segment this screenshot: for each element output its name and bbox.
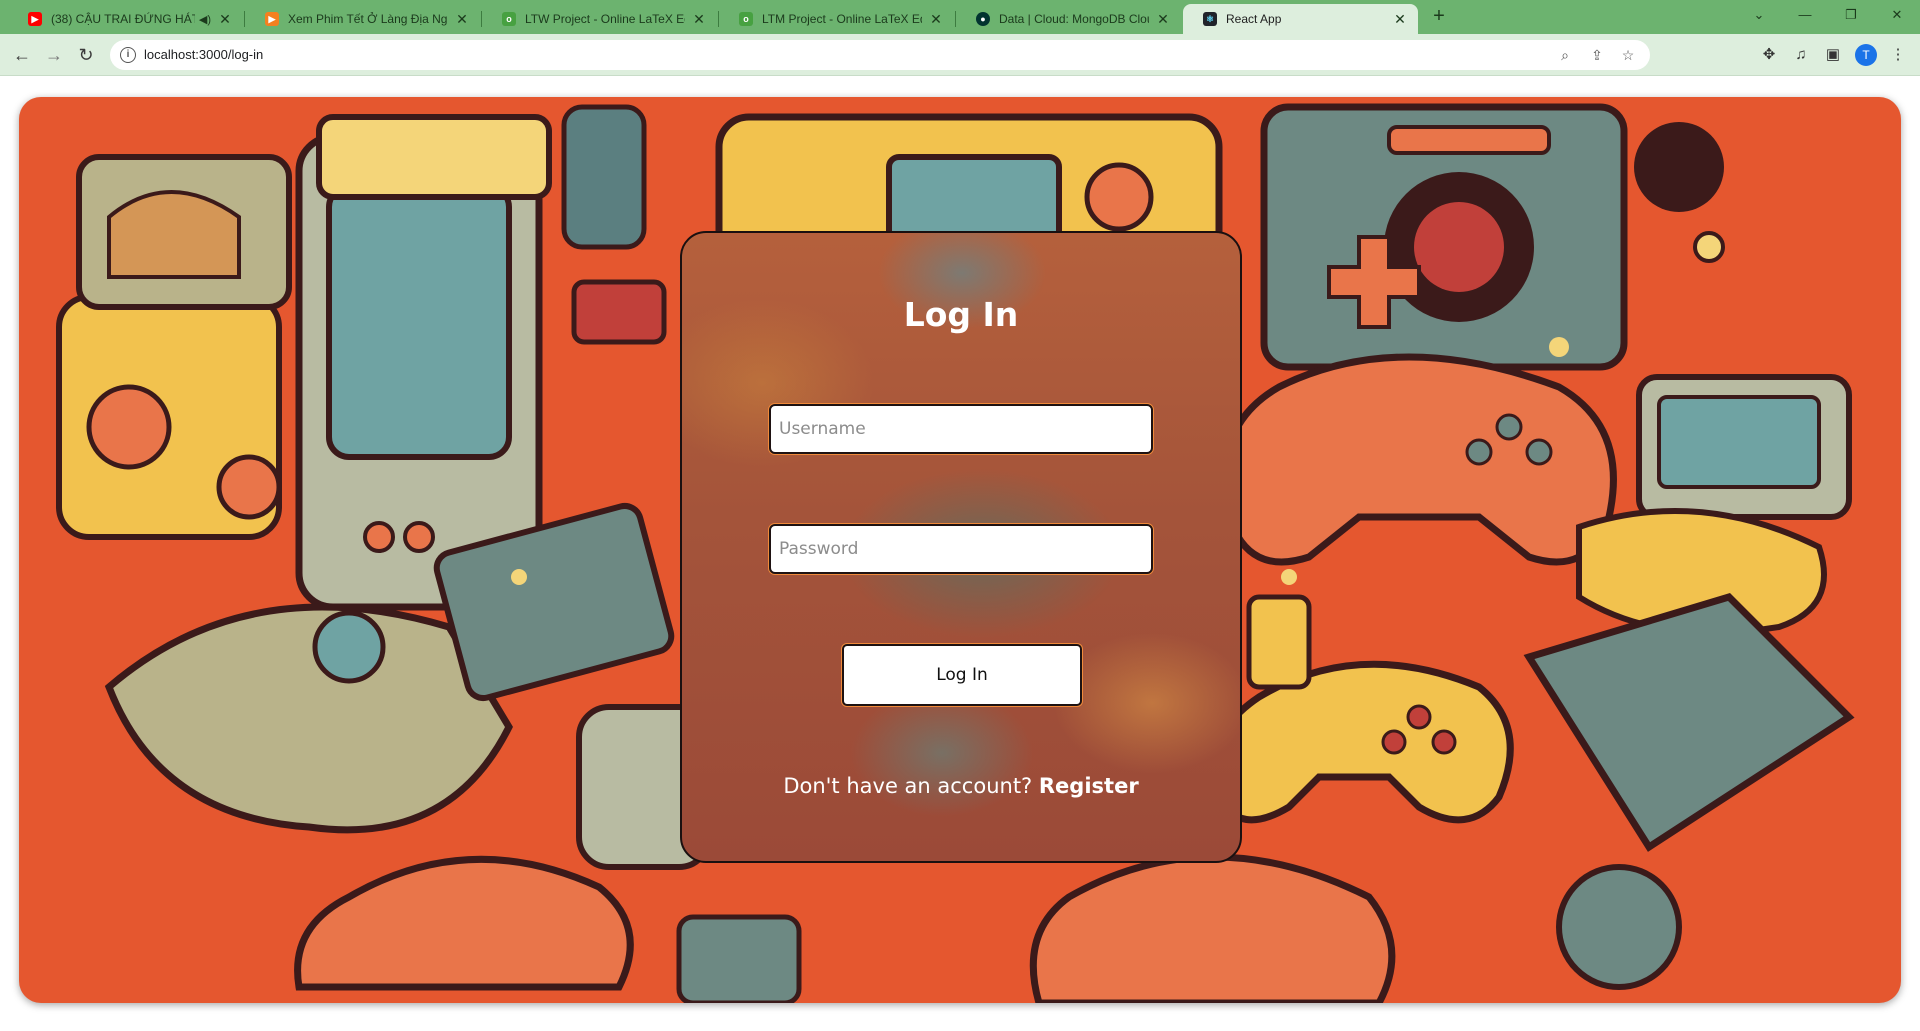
reload-button[interactable]: ↻: [72, 41, 100, 69]
register-prompt: Don't have an account?: [783, 774, 1033, 798]
register-link[interactable]: Register: [1039, 774, 1139, 798]
restore-button[interactable]: ❐: [1828, 0, 1874, 30]
browser-tab-active[interactable]: ⚛ React App ✕: [1183, 4, 1418, 34]
browser-tab[interactable]: ● Data | Cloud: MongoDB Cloud ✕: [956, 4, 1181, 34]
minimize-button[interactable]: —: [1782, 0, 1828, 30]
address-url[interactable]: localhost:3000/log-in: [144, 47, 263, 62]
login-card: Log In Log In Don't have an account? Reg…: [680, 231, 1242, 863]
overleaf-icon: o: [739, 12, 753, 26]
tab-title: LTM Project - Online LaTeX Edit: [762, 12, 922, 26]
new-tab-button[interactable]: +: [1428, 5, 1450, 27]
tab-search-icon[interactable]: ⌄: [1736, 0, 1782, 30]
browser-tab[interactable]: o LTM Project - Online LaTeX Edit ✕: [719, 4, 954, 34]
side-panel-icon[interactable]: ▣: [1823, 45, 1843, 65]
mongodb-icon: ●: [976, 12, 990, 26]
close-window-button[interactable]: ✕: [1874, 0, 1920, 30]
login-title: Log In: [903, 295, 1019, 334]
extensions-icon[interactable]: ✥: [1759, 45, 1779, 65]
close-tab-icon[interactable]: ✕: [928, 11, 944, 28]
tab-title: Data | Cloud: MongoDB Cloud: [999, 12, 1149, 26]
tab-title: Xem Phim Tết Ở Làng Địa Ngục: [288, 12, 448, 26]
login-button[interactable]: Log In: [842, 644, 1082, 706]
close-tab-icon[interactable]: ✕: [1155, 11, 1171, 28]
tab-title: LTW Project - Online LaTeX Edit: [525, 12, 685, 26]
tab-title: React App: [1226, 12, 1282, 26]
profile-avatar[interactable]: T: [1855, 44, 1877, 66]
site-info-icon[interactable]: i: [120, 47, 136, 63]
browser-tab-bar: ▶ (38) CẬU TRAI ĐỨNG HÁT ◀) ✕ ▶ Xem Phim…: [0, 0, 1920, 34]
address-bar[interactable]: i localhost:3000/log-in ⌕ ⇪ ☆: [110, 40, 1650, 70]
password-input[interactable]: [769, 524, 1153, 574]
zoom-icon[interactable]: ⌕: [1555, 45, 1575, 65]
background-illustration: Log In Log In Don't have an account? Reg…: [19, 97, 1901, 1003]
browser-toolbar: ← → ↻ i localhost:3000/log-in ⌕ ⇪ ☆ ✥ ♫ …: [0, 34, 1920, 76]
browser-tab[interactable]: o LTW Project - Online LaTeX Edit ✕: [482, 4, 717, 34]
close-tab-icon[interactable]: ✕: [454, 11, 470, 28]
back-button[interactable]: ←: [8, 41, 36, 69]
play-icon: ▶: [265, 12, 279, 26]
speaker-icon[interactable]: ◀): [199, 13, 211, 26]
close-tab-icon[interactable]: ✕: [1392, 11, 1408, 28]
tab-title: (38) CẬU TRAI ĐỨNG HÁT: [51, 12, 195, 26]
media-control-icon[interactable]: ♫: [1791, 45, 1811, 65]
browser-tab[interactable]: ▶ (38) CẬU TRAI ĐỨNG HÁT ◀) ✕: [8, 4, 243, 34]
forward-button[interactable]: →: [40, 41, 68, 69]
register-row: Don't have an account? Register: [682, 774, 1240, 798]
username-input[interactable]: [769, 404, 1153, 454]
page-content: Log In Log In Don't have an account? Reg…: [0, 76, 1920, 1031]
browser-tab[interactable]: ▶ Xem Phim Tết Ở Làng Địa Ngục ✕: [245, 4, 480, 34]
close-tab-icon[interactable]: ✕: [691, 11, 707, 28]
close-tab-icon[interactable]: ✕: [217, 11, 233, 28]
react-icon: ⚛: [1203, 12, 1217, 26]
youtube-icon: ▶: [28, 12, 42, 26]
bookmark-star-icon[interactable]: ☆: [1618, 45, 1638, 65]
overleaf-icon: o: [502, 12, 516, 26]
menu-icon[interactable]: ⋮: [1888, 45, 1908, 65]
share-icon[interactable]: ⇪: [1587, 45, 1607, 65]
